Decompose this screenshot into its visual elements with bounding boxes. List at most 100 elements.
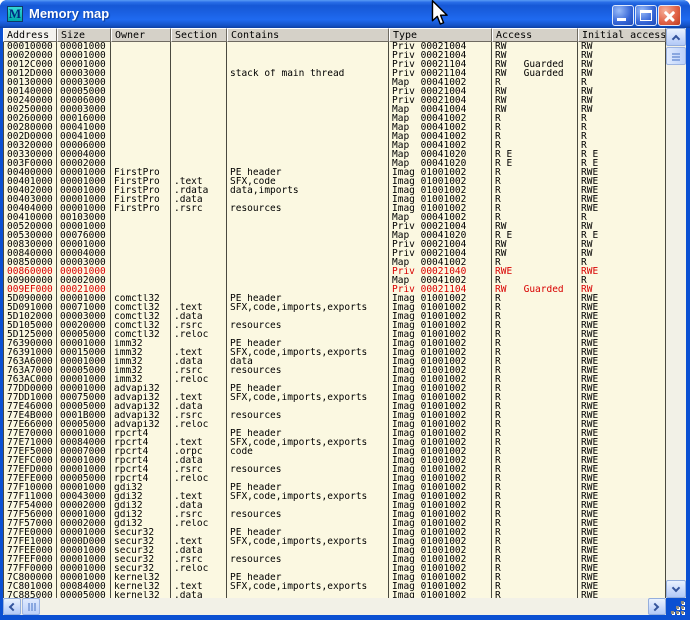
table-row[interactable]: 0041000000103000Map 00041002RR <box>3 213 666 222</box>
table-row[interactable]: 0002000000001000Priv 00021004RWRW <box>3 51 666 60</box>
table-row[interactable]: 0085000000003000Map 00041002RR <box>3 258 666 267</box>
table-row[interactable]: 77DD100000075000advapi32.textSFX,code,im… <box>3 393 666 402</box>
table-row[interactable]: 77F1100000043000gdi32.textSFX,code,impor… <box>3 492 666 501</box>
table-row[interactable]: 0084000000004000Priv 00021004RWRW <box>3 249 666 258</box>
table-row[interactable]: 009EF00000021000Priv 00021104RW GuardedR… <box>3 285 666 294</box>
cell-initial-access: RWE <box>578 366 666 375</box>
table-row[interactable]: 0028000000041000Map 00041002RR <box>3 123 666 132</box>
column-header-address[interactable]: Address <box>3 28 57 42</box>
app-icon[interactable]: M <box>7 6 23 22</box>
cell-contains: code <box>227 447 389 456</box>
minimize-button[interactable] <box>612 5 634 26</box>
table-row[interactable]: 0053000000076000Map 00041020R ER E <box>3 231 666 240</box>
table-row[interactable]: 77EFE00000005000rpcrt4.relocImag 0100100… <box>3 474 666 483</box>
table-row[interactable]: 0024000000006000Priv 00021004RWRW <box>3 96 666 105</box>
resize-grip[interactable] <box>668 600 686 615</box>
maximize-button[interactable] <box>635 5 657 26</box>
table-row[interactable]: 77FE000000001000secur32PE headerImag 010… <box>3 528 666 537</box>
table-row[interactable]: 7639000000001000imm32PE headerImag 01001… <box>3 339 666 348</box>
table-row[interactable]: 0052000000001000Priv 00021004RWRW <box>3 222 666 231</box>
cell-contains <box>227 42 389 51</box>
cell-contains <box>227 87 389 96</box>
table-row[interactable]: 77E7100000084000rpcrt4.textSFX,code,impo… <box>3 438 666 447</box>
column-header-contains[interactable]: Contains <box>227 28 389 42</box>
table-row[interactable]: 0033000000004000Map 00041020R ER E <box>3 150 666 159</box>
table-row[interactable]: 0040400000001000FirstPro.rsrcresourcesIm… <box>3 204 666 213</box>
table-row[interactable]: 0026000000016000Map 00041002RR <box>3 114 666 123</box>
table-row[interactable]: 7C88500000005000kernel32.dataImag 010010… <box>3 591 666 598</box>
cell-access: R <box>492 465 578 474</box>
scroll-left-button[interactable] <box>3 598 21 615</box>
cell-initial-access: RW <box>578 240 666 249</box>
table-row[interactable]: 5D12500000005000comctl32.relocImag 01001… <box>3 330 666 339</box>
scroll-down-button[interactable] <box>666 580 686 598</box>
table-row[interactable]: 0012C00000001000Priv 00021104RW GuardedR… <box>3 60 666 69</box>
table-row[interactable]: 5D09000000001000comctl32PE headerImag 01… <box>3 294 666 303</box>
titlebar[interactable]: M Memory map <box>0 0 690 28</box>
cell-size: 00002000 <box>57 501 111 510</box>
table-row[interactable]: 0040200000001000FirstPro.rdatadata,impor… <box>3 186 666 195</box>
table-row[interactable]: 77F5600000001000gdi32.rsrcresourcesImag … <box>3 510 666 519</box>
table-row[interactable]: 77F5400000002000gdi32.dataImag 01001002R… <box>3 501 666 510</box>
scroll-up-button[interactable] <box>666 28 686 46</box>
cell-address: 00830000 <box>3 240 57 249</box>
table-row[interactable]: 5D10500000020000comctl32.rsrcresourcesIm… <box>3 321 666 330</box>
table-row[interactable]: 77FEE00000001000secur32.dataImag 0100100… <box>3 546 666 555</box>
table-row[interactable]: 77FF000000001000secur32.relocImag 010010… <box>3 564 666 573</box>
table-row[interactable]: 0012D00000003000stack of main threadPriv… <box>3 69 666 78</box>
table-row[interactable]: 7C80000000001000kernel32PE headerImag 01… <box>3 573 666 582</box>
table-row[interactable]: 77EFC00000001000rpcrt4.dataImag 01001002… <box>3 456 666 465</box>
cell-initial-access: RWE <box>578 204 666 213</box>
table-row[interactable]: 0014000000005000Priv 00021004RWRW <box>3 87 666 96</box>
table-row[interactable]: 77FEF00000001000secur32.rsrcresourcesIma… <box>3 555 666 564</box>
scroll-right-button[interactable] <box>648 598 666 615</box>
table-row[interactable]: 0013000000003000Map 00041002RR <box>3 78 666 87</box>
cell-access: R <box>492 456 578 465</box>
cell-contains <box>227 141 389 150</box>
table-row[interactable]: 77DD000000001000advapi32PE headerImag 01… <box>3 384 666 393</box>
table-row[interactable]: 77E4B0000001B000advapi32.rsrcresourcesIm… <box>3 411 666 420</box>
table-row[interactable]: 77F1000000001000gdi32PE headerImag 01001… <box>3 483 666 492</box>
column-header-access[interactable]: Access <box>492 28 578 42</box>
table-row[interactable]: 0040100000001000FirstPro.textSFX,codeIma… <box>3 177 666 186</box>
cell-section <box>171 258 227 267</box>
table-row[interactable]: 7C80100000084000kernel32.textSFX,code,im… <box>3 582 666 591</box>
table-row[interactable]: 763A700000005000imm32.rsrcresourcesImag … <box>3 366 666 375</box>
table-row[interactable]: 0090000000002000Map 00041002RR <box>3 276 666 285</box>
table-row[interactable]: 77EFD00000001000rpcrt4.rsrcresourcesImag… <box>3 465 666 474</box>
table-row[interactable]: 77E4600000005000advapi32.dataImag 010010… <box>3 402 666 411</box>
table-row[interactable]: 7639100000015000imm32.textSFX,code,impor… <box>3 348 666 357</box>
table-row[interactable]: 763A600000001000imm32.datadataImag 01001… <box>3 357 666 366</box>
vertical-scroll-thumb[interactable] <box>666 47 686 65</box>
cell-access: RW <box>492 240 578 249</box>
horizontal-scroll-thumb[interactable] <box>22 598 40 615</box>
table-row[interactable]: 0040000000001000FirstProPE headerImag 01… <box>3 168 666 177</box>
column-header-owner[interactable]: Owner <box>111 28 171 42</box>
table-row[interactable]: 77FE10000000D000secur32.textSFX,code,imp… <box>3 537 666 546</box>
vertical-scrollbar[interactable] <box>666 28 686 598</box>
table-row[interactable]: 0025000000003000Map 00041004RWRW <box>3 105 666 114</box>
cell-initial-access: RWE <box>578 321 666 330</box>
table-row[interactable]: 77E6600000005000advapi32.relocImag 01001… <box>3 420 666 429</box>
table-row[interactable]: 002D000000041000Map 00041002RR <box>3 132 666 141</box>
table-row[interactable]: 5D09100000071000comctl32.textSFX,code,im… <box>3 303 666 312</box>
horizontal-scrollbar[interactable] <box>3 598 666 615</box>
table-row[interactable]: 0032000000006000Map 00041002RR <box>3 141 666 150</box>
table-row[interactable]: 77EF500000007000rpcrt4.orpccodeImag 0100… <box>3 447 666 456</box>
column-header-size[interactable]: Size <box>57 28 111 42</box>
table-row[interactable]: 0001000000001000Priv 00021004RWRW <box>3 42 666 51</box>
cell-initial-access: RWE <box>578 339 666 348</box>
column-header-type[interactable]: Type <box>389 28 492 42</box>
close-button[interactable] <box>658 5 681 26</box>
table-row[interactable]: 77F5700000002000gdi32.relocImag 01001002… <box>3 519 666 528</box>
column-header-initial-access[interactable]: Initial access <box>578 28 666 42</box>
table-row[interactable]: 77E7000000001000rpcrt4PE headerImag 0100… <box>3 429 666 438</box>
table-row[interactable]: 0086000000001000Priv 00021040RWERWE <box>3 267 666 276</box>
table-row[interactable]: 5D10200000003000comctl32.dataImag 010010… <box>3 312 666 321</box>
resize-grip-icon <box>670 600 673 603</box>
table-row[interactable]: 0040300000001000FirstPro.dataImag 010010… <box>3 195 666 204</box>
table-row[interactable]: 0083000000001000Priv 00021004RWRW <box>3 240 666 249</box>
column-header-section[interactable]: Section <box>171 28 227 42</box>
table-row[interactable]: 003F000000002000Map 00041020R ER E <box>3 159 666 168</box>
table-row[interactable]: 763AC00000001000imm32.relocImag 01001002… <box>3 375 666 384</box>
